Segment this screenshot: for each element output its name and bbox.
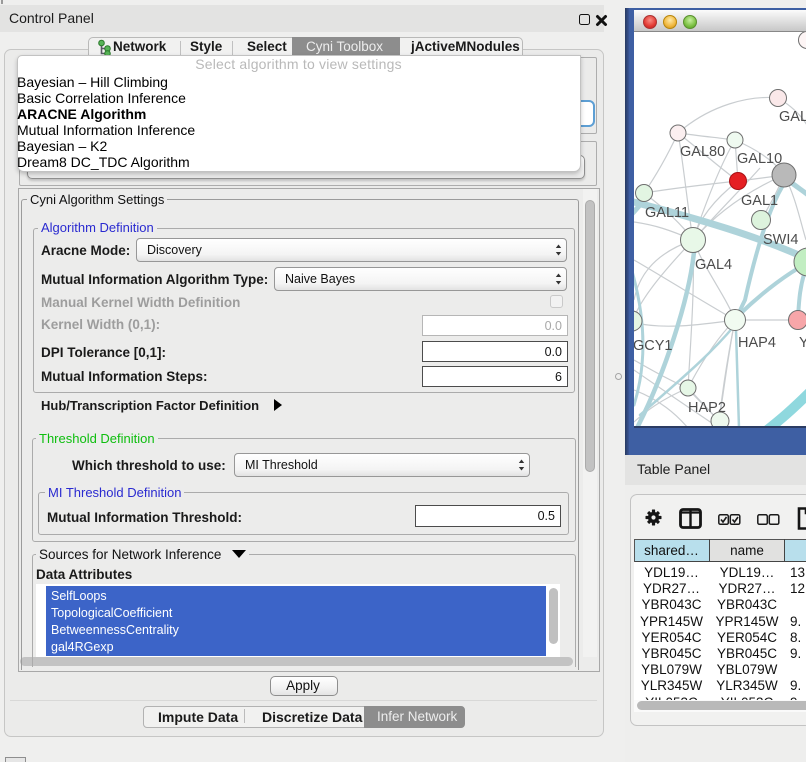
svg-text:Y: Y — [799, 335, 806, 351]
svg-text:SWI4: SWI4 — [763, 232, 798, 248]
svg-text:GAL7: GAL7 — [779, 109, 806, 125]
svg-text:GAL4: GAL4 — [695, 257, 732, 273]
svg-text:HAP4: HAP4 — [738, 335, 776, 351]
svg-text:GAL80: GAL80 — [680, 144, 725, 160]
svg-text:HAP2: HAP2 — [688, 400, 726, 416]
svg-text:GAL10: GAL10 — [737, 151, 782, 167]
svg-text:GCY1: GCY1 — [634, 338, 673, 354]
svg-text:GAL1: GAL1 — [741, 193, 778, 209]
svg-text:GAL11: GAL11 — [645, 205, 689, 221]
